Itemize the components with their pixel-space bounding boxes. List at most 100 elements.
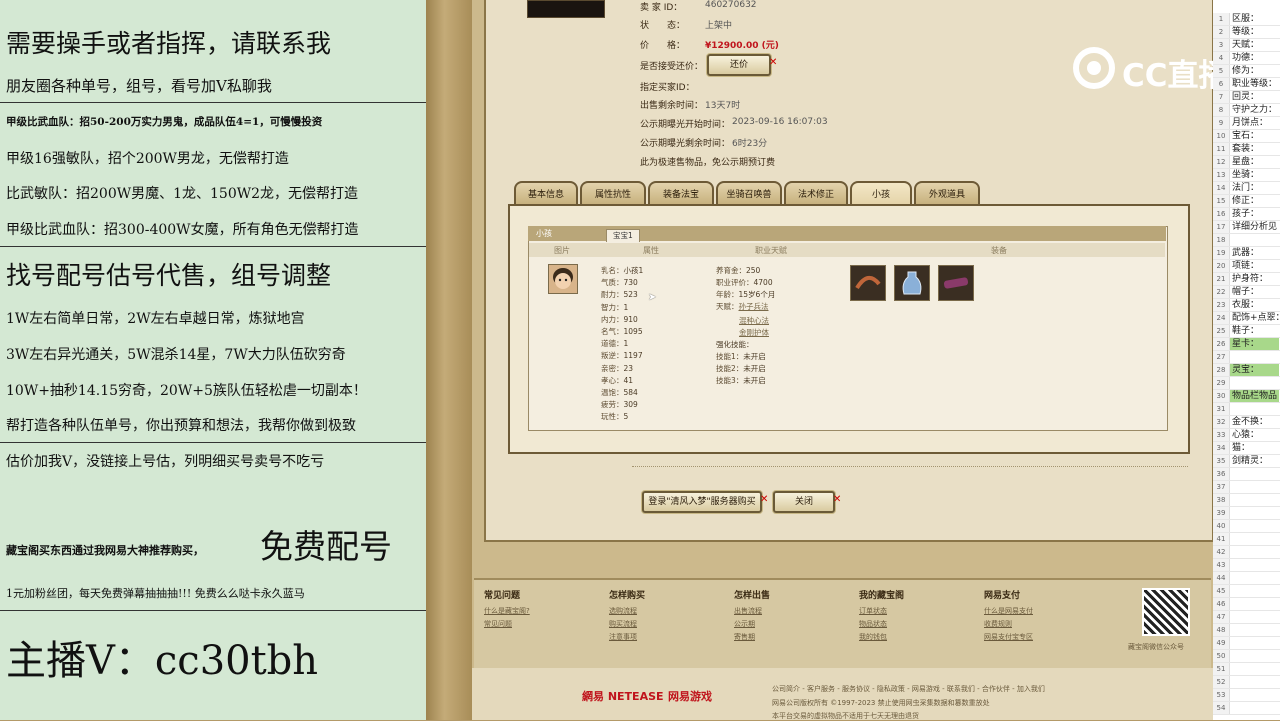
row-number: 39 xyxy=(1213,507,1230,519)
spreadsheet-row[interactable]: 25 鞋子： xyxy=(1213,325,1280,338)
spreadsheet-row[interactable]: 42 xyxy=(1213,546,1280,559)
spreadsheet-row[interactable]: 47 xyxy=(1213,611,1280,624)
row-number: 46 xyxy=(1213,598,1230,610)
cell-text: 星盘： xyxy=(1232,157,1260,167)
footer-link[interactable]: 常见问题 xyxy=(484,619,512,629)
footer-link[interactable]: 什么是藏宝阁? xyxy=(484,606,530,616)
spreadsheet-row[interactable]: 14 法门： xyxy=(1213,182,1280,195)
spreadsheet-row[interactable]: 32 金不换： xyxy=(1213,416,1280,429)
tab-spell-correction[interactable]: 法术修正 xyxy=(784,181,848,205)
spreadsheet-row[interactable]: 54 xyxy=(1213,702,1280,715)
footer-link[interactable]: 注意事项 xyxy=(609,632,637,642)
spreadsheet-row[interactable]: 46 xyxy=(1213,598,1280,611)
spreadsheet-row[interactable]: 43 xyxy=(1213,559,1280,572)
spreadsheet-row[interactable]: 45 xyxy=(1213,585,1280,598)
spreadsheet-row[interactable]: 21 护身符： xyxy=(1213,273,1280,286)
footer-link[interactable]: 选购流程 xyxy=(609,606,637,616)
spreadsheet-row[interactable]: 13 坐骑： xyxy=(1213,169,1280,182)
spreadsheet-row[interactable]: 19 武器： xyxy=(1213,247,1280,260)
tab-attributes[interactable]: 属性抗性 xyxy=(580,181,646,205)
spreadsheet-row[interactable]: 1 区服： xyxy=(1213,13,1280,26)
footer-link[interactable]: 网易支付宝专区 xyxy=(984,632,1033,642)
footer-link[interactable]: 购买流程 xyxy=(609,619,637,629)
equipment-slot-belt[interactable] xyxy=(850,265,886,301)
spreadsheet-row[interactable]: 27 xyxy=(1213,351,1280,364)
spreadsheet-row[interactable]: 5 修为： xyxy=(1213,65,1280,78)
spreadsheet-row[interactable]: 9 月饼点： xyxy=(1213,117,1280,130)
spreadsheet-row[interactable]: 16 孩子： xyxy=(1213,208,1280,221)
spreadsheet-row[interactable]: 22 帽子： xyxy=(1213,286,1280,299)
skill-value: 未开启 xyxy=(743,352,766,361)
spreadsheet-row[interactable]: 40 xyxy=(1213,520,1280,533)
spreadsheet-row[interactable]: 28 灵宝： xyxy=(1213,364,1280,377)
spreadsheet-row[interactable]: 41 xyxy=(1213,533,1280,546)
spreadsheet-row[interactable]: 7 回灵： xyxy=(1213,91,1280,104)
spreadsheet-row[interactable]: 49 xyxy=(1213,637,1280,650)
equipment-slot-scroll[interactable] xyxy=(938,265,974,301)
spreadsheet-row[interactable]: 20 项链： xyxy=(1213,260,1280,273)
cell-text xyxy=(1230,235,1232,245)
spreadsheet-row[interactable]: 23 衣服： xyxy=(1213,299,1280,312)
spreadsheet-row[interactable]: 24 配饰+点翠： xyxy=(1213,312,1280,325)
spreadsheet-row[interactable]: 36 xyxy=(1213,468,1280,481)
spreadsheet-row[interactable]: 52 xyxy=(1213,676,1280,689)
price-value: ¥12900.00 (元) xyxy=(705,41,779,51)
bargain-button[interactable]: 还价 xyxy=(707,54,771,76)
spreadsheet-row[interactable]: 53 xyxy=(1213,689,1280,702)
spreadsheet-row[interactable]: 33 心猿： xyxy=(1213,429,1280,442)
footer-link[interactable]: 什么是网易支付 xyxy=(984,606,1033,616)
overlay-line: 需要操手或者指挥，请联系我 xyxy=(6,29,332,58)
footer-link[interactable]: 订单状态 xyxy=(859,606,887,616)
talent-link[interactable]: 混种心法 xyxy=(739,315,769,326)
spreadsheet-row[interactable]: 51 xyxy=(1213,663,1280,676)
spreadsheet-row[interactable]: 37 xyxy=(1213,481,1280,494)
tab-appearance[interactable]: 外观道具 xyxy=(914,181,980,205)
spreadsheet-row[interactable]: 29 xyxy=(1213,377,1280,390)
column-header: 图片 xyxy=(554,246,570,255)
cell-text: 守护之力： xyxy=(1232,105,1278,115)
stat-label: 名气： xyxy=(601,327,624,336)
footer-link[interactable]: 出售流程 xyxy=(734,606,762,616)
spreadsheet-row[interactable]: 26 星卡： xyxy=(1213,338,1280,351)
spreadsheet-row[interactable]: 3 天赋： xyxy=(1213,39,1280,52)
divider xyxy=(0,610,426,611)
footer-link[interactable]: 物品状态 xyxy=(859,619,887,629)
spreadsheet-row[interactable]: 12 星盘： xyxy=(1213,156,1280,169)
footer-links[interactable]: 公司简介 - 客户服务 - 服务协议 - 隐私政策 - 网易游戏 - 联系我们 … xyxy=(772,684,1045,694)
login-buy-button[interactable]: 登录"清风入梦"服务器购买 xyxy=(642,491,762,513)
close-button[interactable]: 关闭 xyxy=(773,491,835,513)
spreadsheet-row[interactable]: 48 xyxy=(1213,624,1280,637)
spreadsheet-row[interactable]: 6 职业等级： xyxy=(1213,78,1280,91)
tab-equipment[interactable]: 装备法宝 xyxy=(648,181,714,205)
footer-link[interactable]: 寄售期 xyxy=(734,632,755,642)
spreadsheet-row[interactable]: 4 功德： xyxy=(1213,52,1280,65)
spreadsheet-row[interactable]: 17 详细分析见 xyxy=(1213,221,1280,234)
tab-children[interactable]: 小孩 xyxy=(850,181,912,205)
child-column-header: 图片 属性 职业天赋 装备 xyxy=(529,243,1165,257)
footer-link[interactable]: 我的钱包 xyxy=(859,632,887,642)
spreadsheet-row[interactable]: 35 剑精灵： xyxy=(1213,455,1280,468)
spreadsheet-row[interactable]: 44 xyxy=(1213,572,1280,585)
child-subtab[interactable]: 宝宝1 xyxy=(606,229,640,242)
spreadsheet-row[interactable]: 30 物品栏物品 xyxy=(1213,390,1280,403)
spreadsheet-row[interactable]: 31 xyxy=(1213,403,1280,416)
footer-link[interactable]: 收费规则 xyxy=(984,619,1012,629)
spreadsheet-row[interactable]: 38 xyxy=(1213,494,1280,507)
spreadsheet-row[interactable]: 15 修正： xyxy=(1213,195,1280,208)
footer-link[interactable]: 公示期 xyxy=(734,619,755,629)
equipment-slot-vase[interactable] xyxy=(894,265,930,301)
tab-basic-info[interactable]: 基本信息 xyxy=(514,181,578,205)
spreadsheet-row[interactable]: 8 守护之力： xyxy=(1213,104,1280,117)
spreadsheet-row[interactable]: 11 套装： xyxy=(1213,143,1280,156)
cell-text: 衣服： xyxy=(1232,300,1260,310)
tab-mounts-summons[interactable]: 坐骑召唤兽 xyxy=(716,181,782,205)
stat-label: 叛逆： xyxy=(601,351,624,361)
spreadsheet-row[interactable]: 50 xyxy=(1213,650,1280,663)
spreadsheet-row[interactable]: 2 等级： xyxy=(1213,26,1280,39)
talent-link[interactable]: 金刚护体 xyxy=(739,327,769,338)
spreadsheet-row[interactable]: 34 猫： xyxy=(1213,442,1280,455)
child-stat: 孝心：41 xyxy=(601,375,633,386)
spreadsheet-row[interactable]: 18 xyxy=(1213,234,1280,247)
spreadsheet-row[interactable]: 39 xyxy=(1213,507,1280,520)
spreadsheet-row[interactable]: 10 宝石： xyxy=(1213,130,1280,143)
